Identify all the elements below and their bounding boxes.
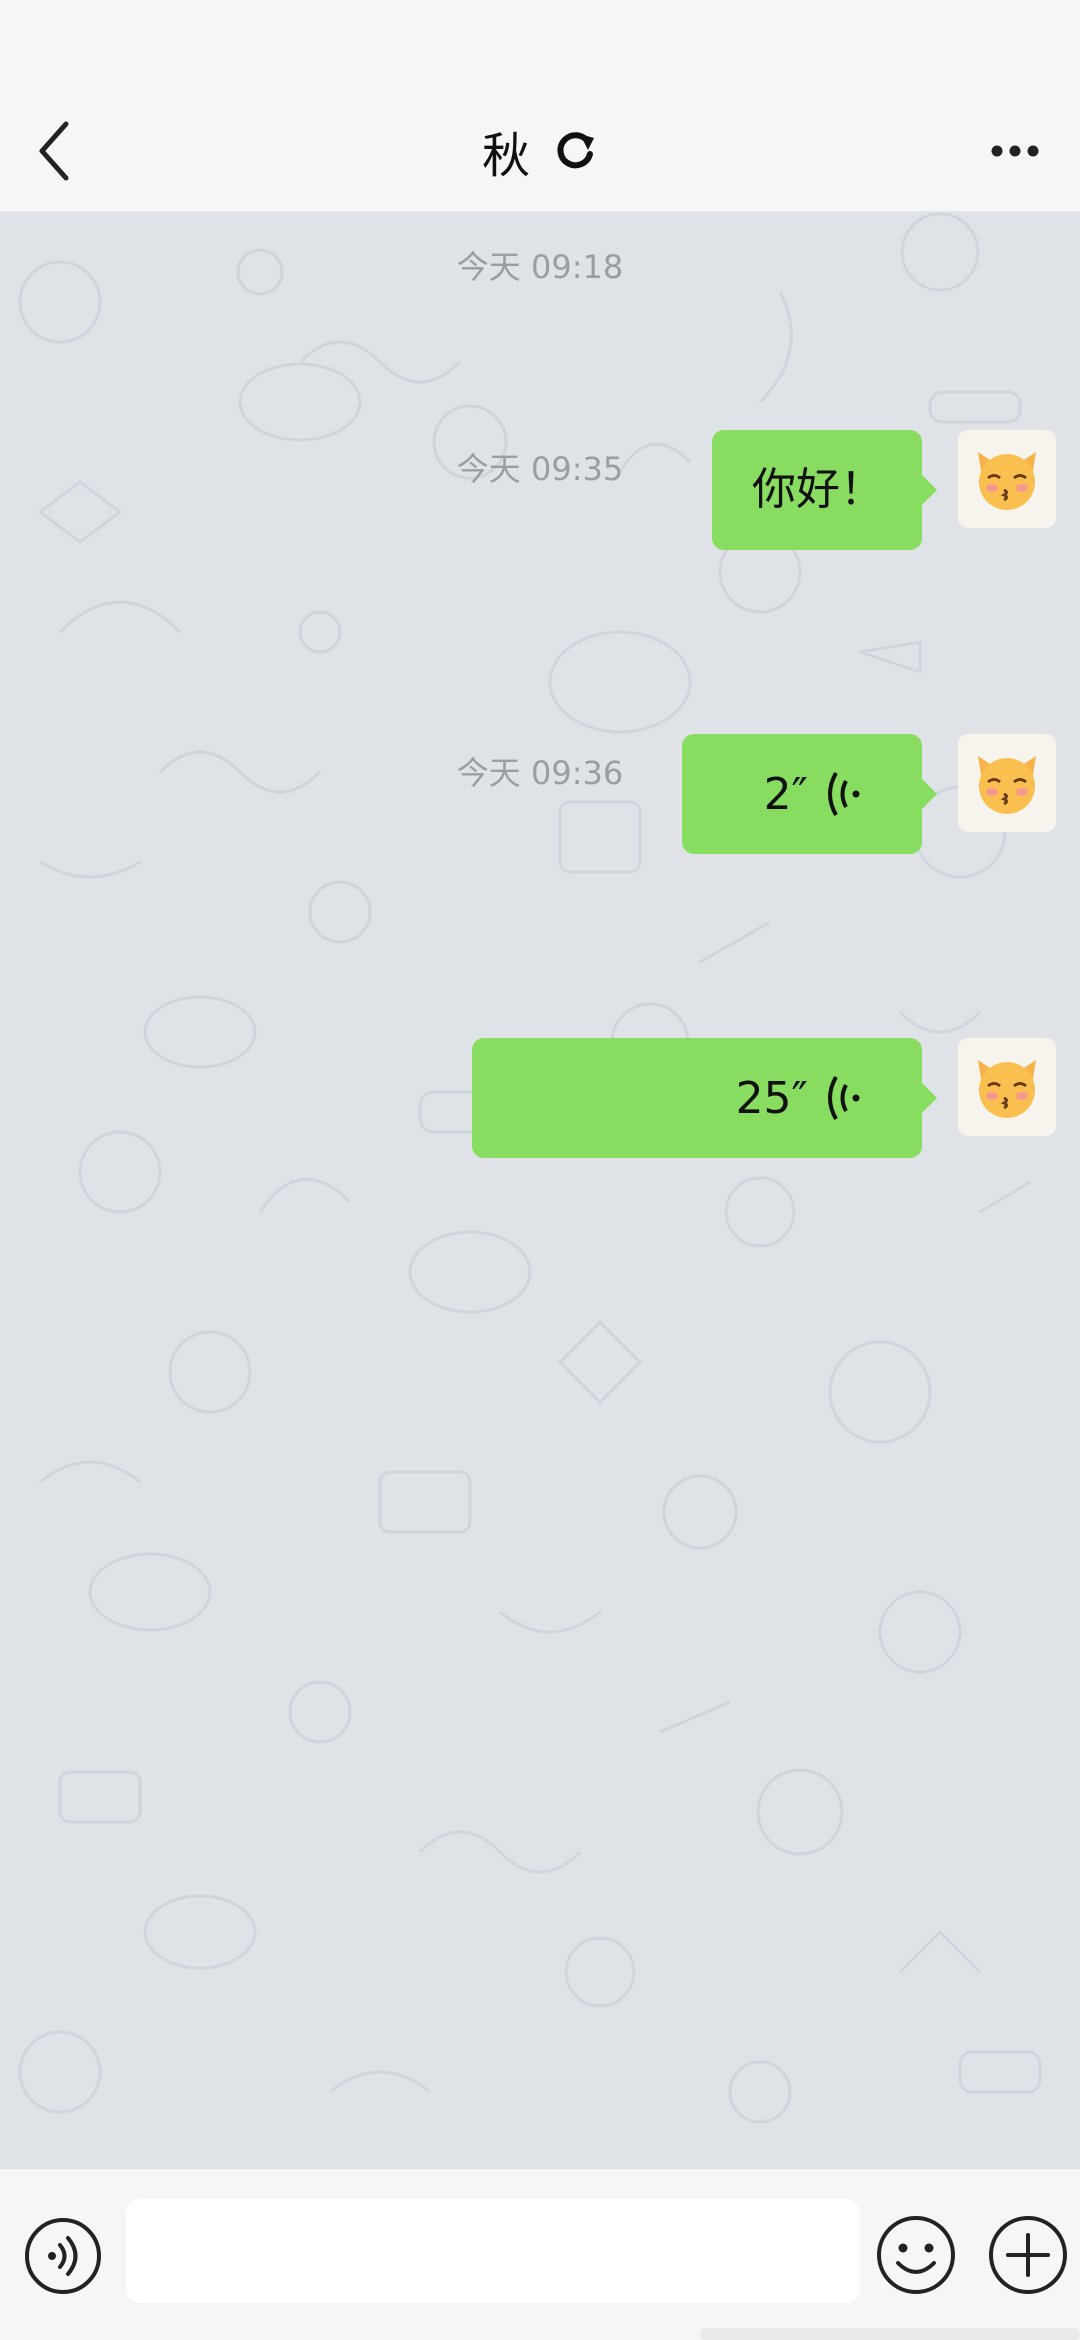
more-dots-icon: [991, 145, 1039, 157]
chat-messages-area[interactable]: 今天 09:18 你好！ 今天 09:35 2″ 今天 09:36 25″: [0, 212, 1080, 2168]
plus-circle-icon[interactable]: [986, 2213, 1070, 2297]
kissing-cat-emoji: [978, 1060, 1036, 1118]
chat-header: 秋: [0, 90, 1080, 212]
message-timestamp: 今天 09:18: [456, 248, 624, 286]
smiley-icon[interactable]: [874, 2213, 958, 2297]
message-timestamp: 今天 09:35: [456, 450, 624, 488]
message-row: 25″: [470, 1038, 1080, 1158]
voice-wave-icon: [828, 1076, 860, 1120]
message-timestamp: 今天 09:36: [456, 754, 624, 792]
avatar[interactable]: [958, 1038, 1056, 1136]
message-input[interactable]: [126, 2199, 860, 2303]
voice-message-bubble[interactable]: 25″: [472, 1038, 937, 1158]
voice-mode-icon[interactable]: [22, 2215, 104, 2297]
status-bar: [0, 0, 1080, 90]
chat-title: 秋: [481, 128, 530, 184]
more-options-button[interactable]: [980, 126, 1050, 176]
refresh-icon[interactable]: [552, 128, 598, 174]
input-bar: [0, 2168, 1080, 2340]
home-indicator[interactable]: [700, 2328, 1080, 2340]
voice-duration: 25″: [735, 1072, 808, 1124]
